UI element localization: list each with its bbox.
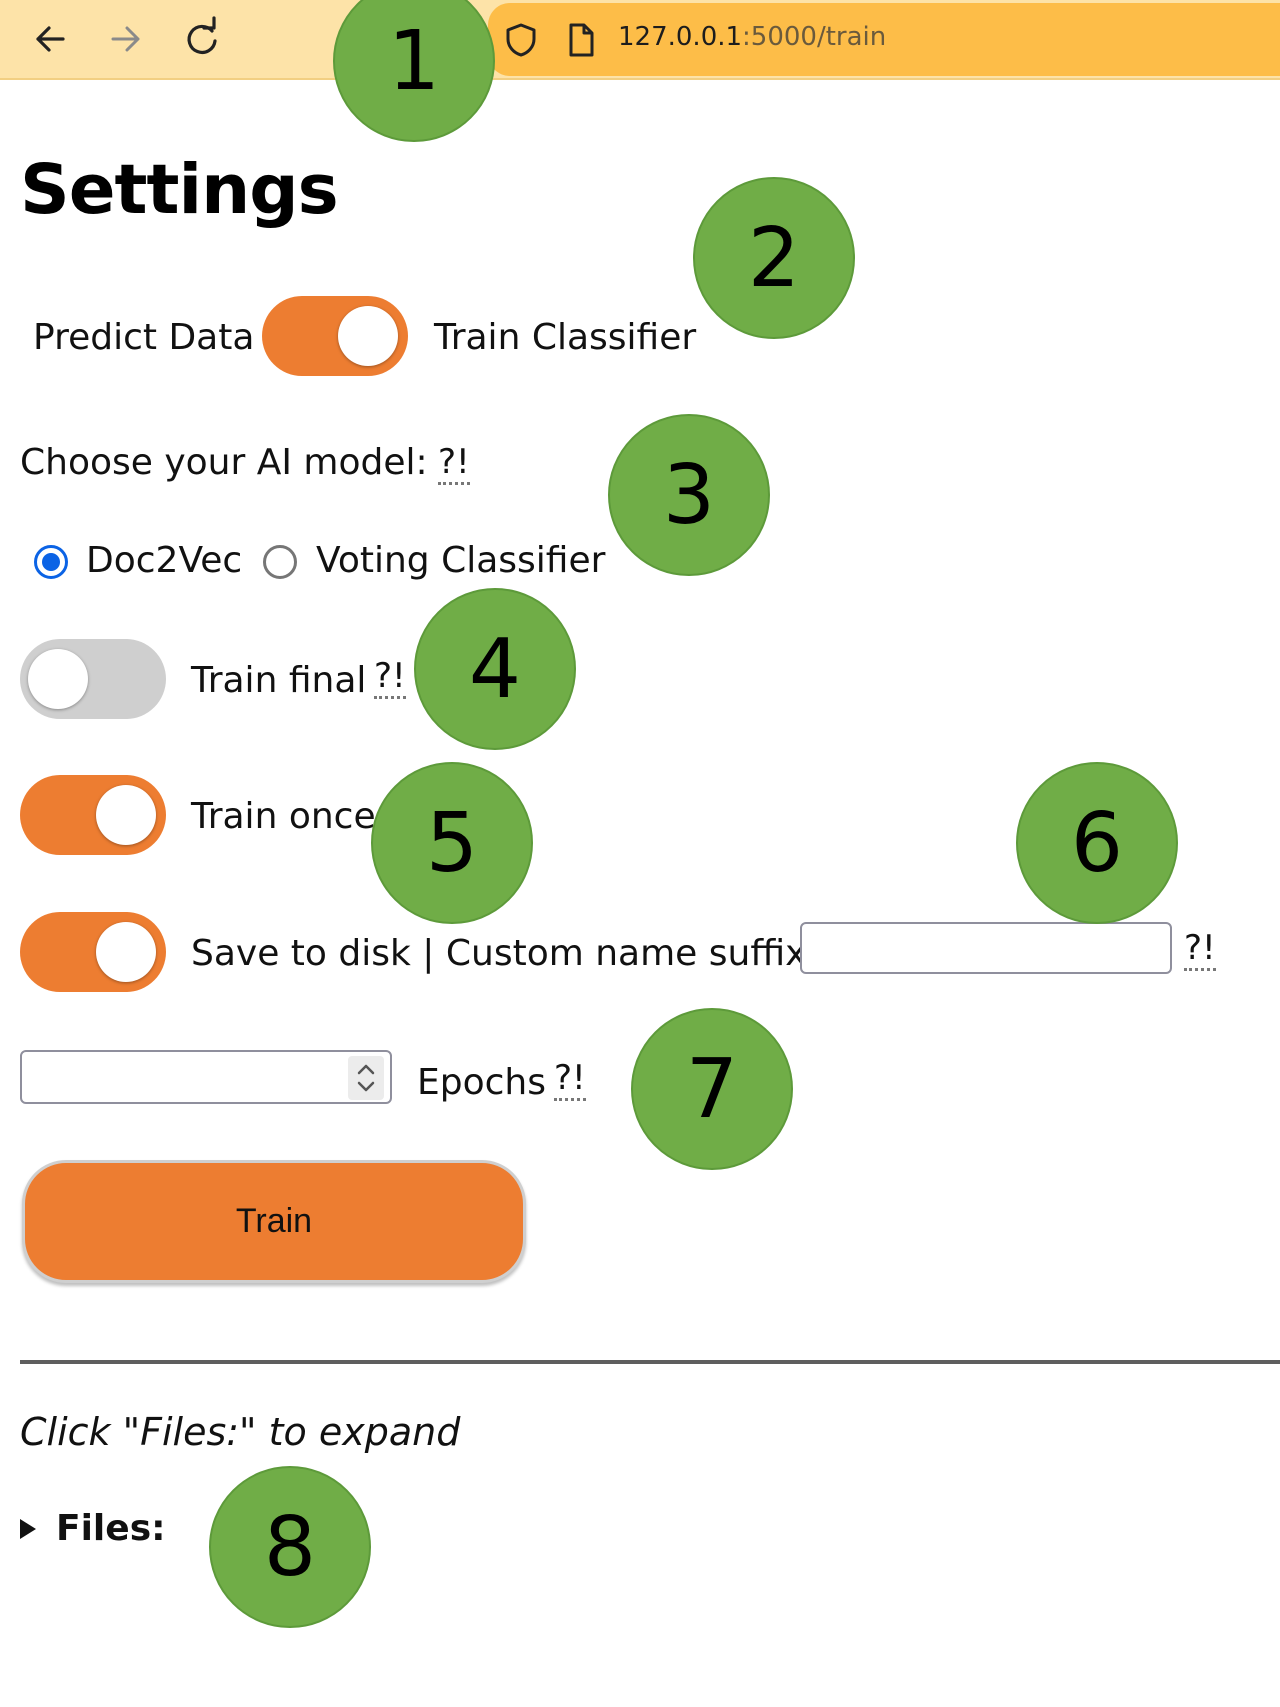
save-to-disk-label: Save to disk | Custom name suffix: [191, 933, 807, 974]
files-disclosure[interactable]: Files:: [20, 1508, 166, 1549]
train-button[interactable]: Train: [22, 1160, 526, 1283]
train-once-toggle-knob: [96, 785, 156, 845]
radio-doc2vec[interactable]: [34, 545, 68, 579]
train-final-toggle-knob: [28, 649, 88, 709]
mode-toggle[interactable]: [262, 296, 408, 376]
annotation-marker-4: 4: [414, 588, 576, 750]
address-bar[interactable]: 127.0.0.1:5000/train: [488, 3, 1280, 76]
annotation-marker-6: 6: [1016, 762, 1178, 924]
annotation-marker-8: 8: [209, 1466, 371, 1628]
shield-icon[interactable]: [504, 22, 538, 58]
train-classifier-label: Train Classifier: [434, 317, 697, 358]
model-prompt-label: Choose your AI model:: [20, 442, 428, 483]
divider: [20, 1360, 1280, 1364]
back-arrow-icon[interactable]: [25, 14, 75, 64]
model-help-mark[interactable]: ?!: [438, 444, 470, 485]
save-to-disk-toggle-knob: [96, 922, 156, 982]
train-final-toggle[interactable]: [20, 639, 166, 719]
doc2vec-label: Doc2Vec: [86, 540, 243, 581]
files-hint: Click "Files:" to expand: [20, 1410, 461, 1454]
custom-name-suffix-input[interactable]: [800, 922, 1172, 974]
save-to-disk-toggle[interactable]: [20, 912, 166, 992]
page-icon[interactable]: [564, 22, 598, 58]
annotation-marker-2: 2: [693, 177, 855, 339]
reload-icon[interactable]: [177, 14, 227, 64]
suffix-help-mark[interactable]: ?!: [1184, 930, 1216, 971]
browser-toolbar: 127.0.0.1:5000/train: [0, 0, 1280, 80]
annotation-marker-1: 1: [333, 0, 495, 142]
epochs-help-mark[interactable]: ?!: [554, 1060, 586, 1101]
mode-toggle-knob: [338, 306, 398, 366]
train-final-label: Train final: [191, 660, 367, 701]
page-title: Settings: [20, 150, 339, 230]
predict-data-label: Predict Data: [33, 317, 255, 358]
spinner-arrows-icon: [357, 1064, 375, 1092]
epochs-spinner[interactable]: [348, 1056, 384, 1100]
train-final-help-mark[interactable]: ?!: [374, 658, 406, 699]
epochs-label: Epochs: [417, 1062, 546, 1103]
radio-voting-classifier[interactable]: [263, 545, 297, 579]
annotation-marker-7: 7: [631, 1008, 793, 1170]
url-host: 127.0.0.1: [618, 22, 743, 52]
forward-arrow-icon[interactable]: [101, 14, 151, 64]
annotation-marker-3: 3: [608, 414, 770, 576]
page: 127.0.0.1:5000/train Settings Predict Da…: [0, 0, 1280, 1707]
train-once-toggle[interactable]: [20, 775, 166, 855]
url-path: :5000/train: [742, 22, 887, 52]
voting-classifier-label: Voting Classifier: [316, 540, 606, 581]
disclosure-triangle-icon: [20, 1518, 36, 1539]
url-text[interactable]: 127.0.0.1:5000/train: [618, 22, 886, 52]
files-label: Files:: [56, 1508, 166, 1549]
annotation-marker-5: 5: [371, 762, 533, 924]
train-once-label: Train once: [191, 796, 376, 837]
epochs-input[interactable]: [20, 1050, 392, 1104]
